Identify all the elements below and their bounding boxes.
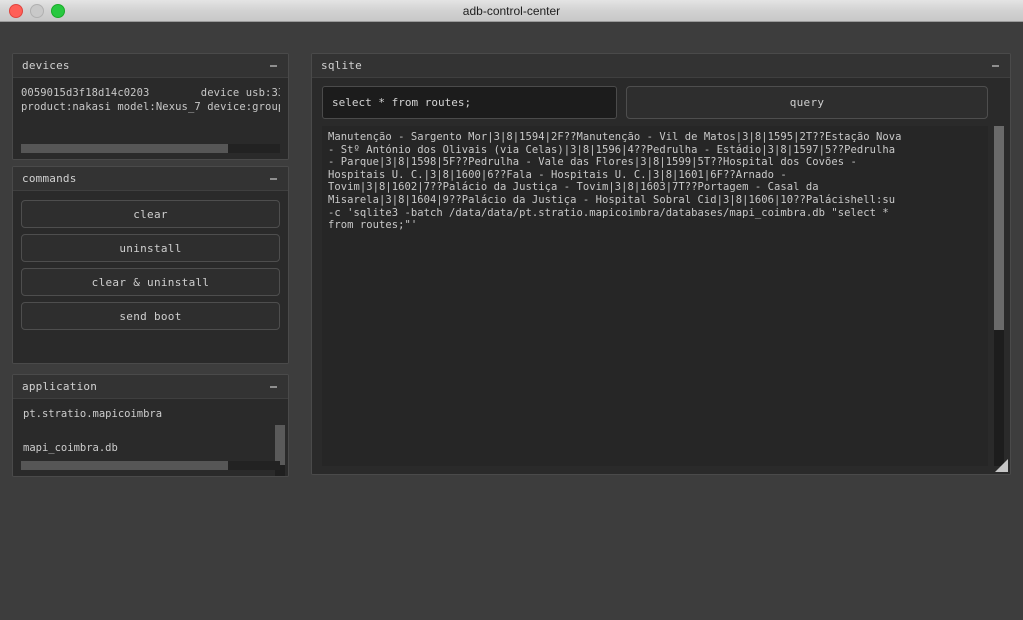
close-button[interactable]: [9, 3, 23, 18]
list-item[interactable]: pt.stratio.mapicoimbra: [23, 407, 288, 421]
clear-and-uninstall-button[interactable]: clear & uninstall: [21, 268, 280, 296]
commands-panel: commands clear uninstall clear & uninsta…: [12, 166, 289, 364]
sqlite-vscrollbar[interactable]: [994, 126, 1004, 466]
devices-output-line: 0059015d3f18d14c0203 device usb:33764147: [21, 87, 280, 99]
commands-panel-header[interactable]: commands: [13, 167, 288, 191]
minimize-icon[interactable]: [267, 381, 279, 393]
window-titlebar: adb-control-center: [0, 0, 1023, 22]
workspace: devices 0059015d3f18d14c0203 device usb:…: [0, 22, 1023, 620]
output-line: Misarela|3|8|1604|9??Palácio da Justiça …: [328, 193, 896, 206]
sqlite-panel-body: select * from routes; query Manutenção -…: [312, 78, 1010, 474]
sqlite-panel-title: sqlite: [321, 59, 362, 72]
commands-panel-title: commands: [22, 172, 77, 185]
list-item[interactable]: mapi_coimbra.db: [23, 441, 288, 455]
application-hscrollbar-thumb[interactable]: [21, 461, 229, 470]
application-vscrollbar-thumb[interactable]: [275, 425, 285, 466]
sqlite-panel-header[interactable]: sqlite: [312, 54, 1010, 78]
application-panel-header[interactable]: application: [13, 375, 288, 399]
devices-hscrollbar[interactable]: [21, 144, 280, 153]
sqlite-panel: sqlite select * from routes; query Manut…: [311, 53, 1011, 475]
uninstall-button[interactable]: uninstall: [21, 234, 280, 262]
sqlite-vscrollbar-thumb[interactable]: [994, 126, 1004, 330]
application-panel-title: application: [22, 380, 98, 393]
commands-list: clear uninstall clear & uninstall send b…: [21, 200, 280, 330]
output-line: - Parque|3|8|1598|5F??Pedrulha - Vale da…: [328, 156, 857, 169]
minimize-icon[interactable]: [989, 60, 1001, 72]
clear-button[interactable]: clear: [21, 200, 280, 228]
devices-hscrollbar-thumb[interactable]: [21, 144, 229, 153]
application-panel-body: pt.stratio.mapicoimbra mapi_coimbra.db: [13, 399, 288, 476]
devices-panel-title: devices: [22, 59, 70, 72]
devices-panel: devices 0059015d3f18d14c0203 device usb:…: [12, 53, 289, 160]
minimize-icon[interactable]: [267, 60, 279, 72]
sqlite-query-row: select * from routes; query: [322, 86, 988, 119]
output-line: from routes;"': [328, 219, 418, 232]
zoom-button[interactable]: [51, 3, 65, 18]
devices-panel-header[interactable]: devices: [13, 54, 288, 78]
commands-panel-body: clear uninstall clear & uninstall send b…: [13, 191, 288, 363]
send-boot-button[interactable]: send boot: [21, 302, 280, 330]
minimize-icon[interactable]: [267, 173, 279, 185]
output-line: Manutenção - Sargento Mor|3|8|1594|2F??M…: [328, 131, 902, 143]
output-line: -c 'sqlite3 -batch /data/data/pt.stratio…: [328, 206, 889, 219]
output-line: Hospitais U. C.|3|8|1600|6??Fala - Hospi…: [328, 168, 787, 181]
devices-panel-body: 0059015d3f18d14c0203 device usb:33764147…: [13, 78, 288, 159]
application-panel: application pt.stratio.mapicoimbra mapi_…: [12, 374, 289, 477]
output-line: - Stº António dos Olivais (via Celas)|3|…: [328, 143, 896, 156]
sqlite-output[interactable]: Manutenção - Sargento Mor|3|8|1594|2F??M…: [322, 126, 988, 466]
application-hscrollbar[interactable]: [21, 461, 280, 470]
query-button[interactable]: query: [626, 86, 988, 119]
window-title: adb-control-center: [462, 3, 561, 18]
minimize-button[interactable]: [30, 3, 44, 18]
output-line: Tovim|3|8|1602|7??Palácio da Justiça - T…: [328, 181, 819, 194]
resize-grip-icon[interactable]: [995, 459, 1008, 472]
devices-output: 0059015d3f18d14c0203 device usb:33764147…: [21, 86, 280, 134]
devices-output-line: product:nakasi model:Nexus_7 device:grou…: [21, 101, 280, 113]
query-input[interactable]: select * from routes;: [322, 86, 617, 119]
window-controls: [9, 3, 65, 18]
